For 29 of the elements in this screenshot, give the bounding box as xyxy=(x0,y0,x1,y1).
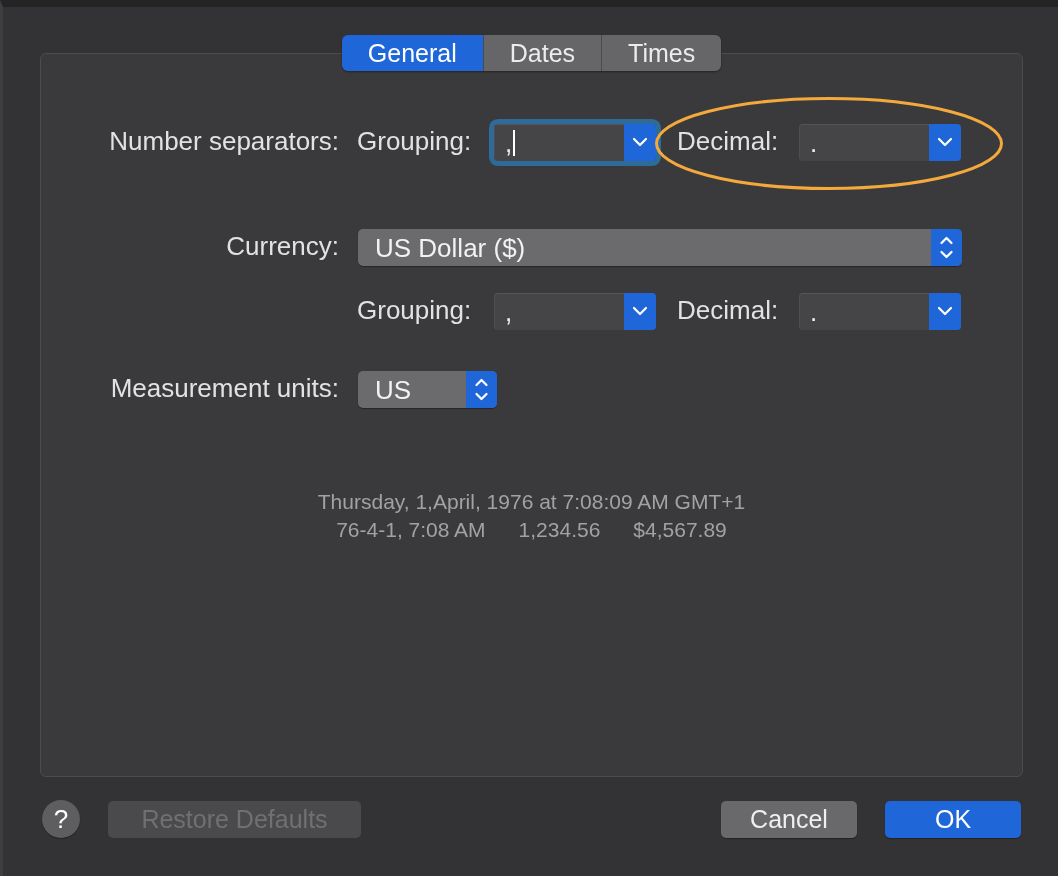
sample-format-text: 76-4-1, 7:08 AM xyxy=(336,517,486,543)
decimal-combo-box[interactable]: . xyxy=(799,293,961,330)
measurement-units-popup-button[interactable]: US xyxy=(358,371,497,408)
decimal-label: Decimal: xyxy=(677,126,779,156)
sample-format-text: 1,234.56 xyxy=(518,517,601,543)
sample-date-text: Thursday, 1,April, 1976 at 7:08:09 AM GMT+1 xyxy=(317,489,746,515)
sample-format-text: $4,567.89 xyxy=(633,517,727,543)
tab[interactable]: Times xyxy=(601,35,722,71)
measurement-units-label: Measurement units: xyxy=(110,373,339,403)
text-cursor-icon xyxy=(513,130,516,156)
number-separators-label: Number separators: xyxy=(109,126,339,156)
chevron-down-icon xyxy=(624,293,656,330)
tab[interactable]: Dates xyxy=(482,35,602,71)
chevron-down-icon xyxy=(624,124,656,161)
grouping-label: Grouping: xyxy=(357,295,472,325)
chevron-down-icon xyxy=(929,124,961,161)
grouping-label: Grouping: xyxy=(357,126,472,156)
currency-popup-button[interactable]: US Dollar ($) xyxy=(358,229,962,266)
ok-button[interactable]: OK xyxy=(885,800,1021,838)
up-down-chevrons-icon xyxy=(931,229,962,266)
grouping-combo-box[interactable]: , xyxy=(494,293,656,330)
tab[interactable]: General xyxy=(341,35,483,71)
decimal-label: Decimal: xyxy=(677,295,779,325)
help-button[interactable]: ? xyxy=(42,800,80,838)
up-down-chevrons-icon xyxy=(466,371,497,408)
chevron-down-icon xyxy=(929,293,961,330)
currency-label: Currency: xyxy=(226,231,339,261)
decimal-combo-box[interactable]: . xyxy=(799,124,961,161)
cancel-button[interactable]: Cancel xyxy=(721,800,857,838)
